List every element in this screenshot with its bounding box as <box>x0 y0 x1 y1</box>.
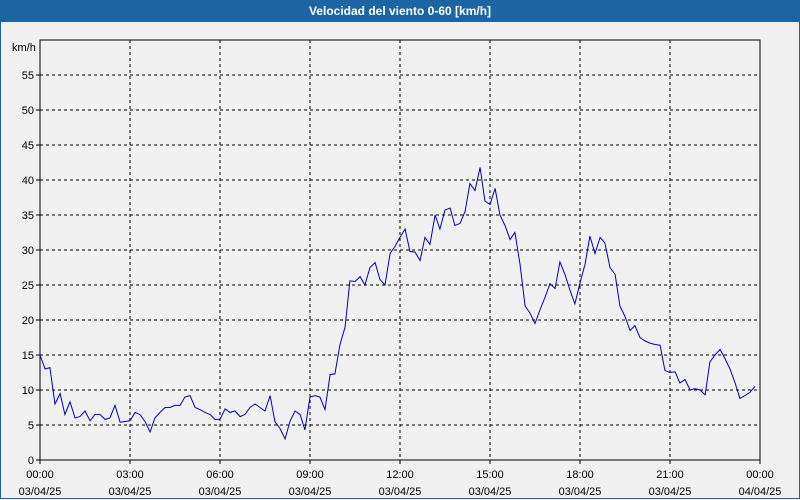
x-tick-time-label: 09:00 <box>296 469 324 481</box>
x-tick-date-label: 03/04/25 <box>199 486 242 498</box>
y-tick-label: 35 <box>22 210 34 222</box>
y-tick-label: 5 <box>28 420 34 432</box>
x-tick-date-label: 03/04/25 <box>289 486 332 498</box>
x-tick-time-label: 03:00 <box>116 469 144 481</box>
x-tick-date-label: 03/04/25 <box>379 486 422 498</box>
y-axis: 0 5 10 15 20 25 30 35 40 45 50 55 <box>22 70 40 467</box>
y-tick-label: 25 <box>22 280 34 292</box>
y-tick-label: 45 <box>22 140 34 152</box>
y-tick-label: 0 <box>28 455 34 467</box>
y-axis-label: km/h <box>12 42 36 54</box>
x-axis: 00:00 03/04/25 03:00 03/04/25 06:00 03/04/25 0… <box>19 460 782 498</box>
x-tick-time-label: 15:00 <box>476 469 504 481</box>
x-tick-time-label: 00:00 <box>26 469 54 481</box>
x-tick-date-label: 03/04/25 <box>109 486 152 498</box>
wind-speed-chart: km/h 0 5 10 15 20 25 30 35 40 45 50 55 00:00 03/04/2… <box>12 39 782 498</box>
x-tick-date-label: 03/04/25 <box>469 486 512 498</box>
y-tick-label: 30 <box>22 245 34 257</box>
x-tick-date-label: 03/04/25 <box>19 486 62 498</box>
x-tick-date-label: 03/04/25 <box>559 486 602 498</box>
x-tick-date-label: 04/04/25 <box>739 486 782 498</box>
x-tick-time-label: 00:00 <box>746 469 774 481</box>
y-tick-label: 15 <box>22 350 34 362</box>
x-tick-time-label: 12:00 <box>386 469 414 481</box>
x-tick-time-label: 18:00 <box>566 469 594 481</box>
y-tick-label: 10 <box>22 385 34 397</box>
y-tick-label: 20 <box>22 315 34 327</box>
wind-speed-line <box>39 167 756 441</box>
x-tick-date-label: 03/04/25 <box>649 486 692 498</box>
y-tick-label: 50 <box>22 105 34 117</box>
x-tick-time-label: 21:00 <box>656 469 684 481</box>
y-tick-label: 55 <box>22 70 34 82</box>
y-tick-label: 40 <box>22 175 34 187</box>
x-tick-time-label: 06:00 <box>206 469 234 481</box>
grid <box>40 40 760 460</box>
